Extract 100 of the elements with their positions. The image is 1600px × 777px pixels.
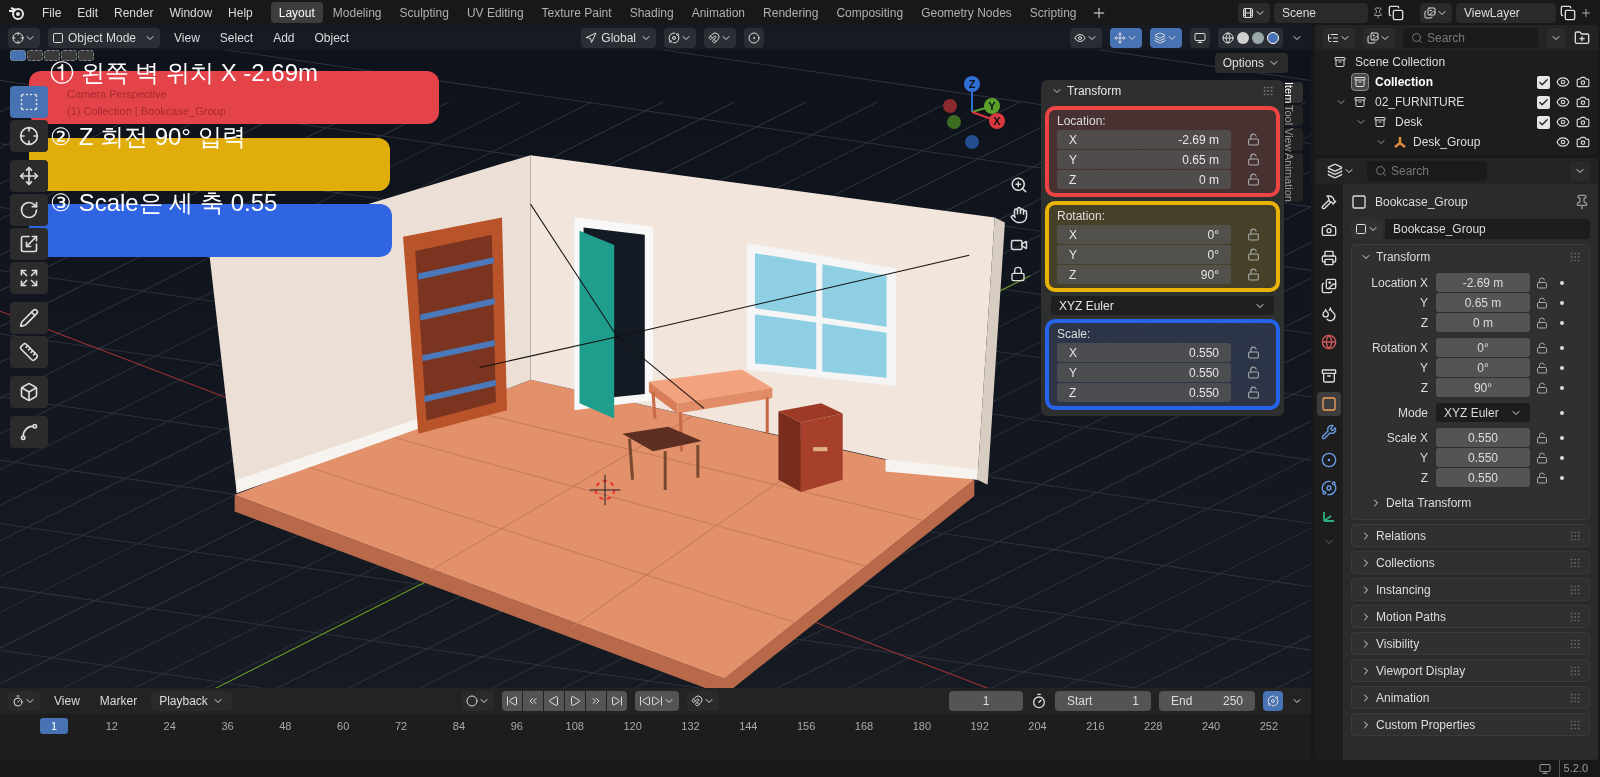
lock-icon[interactable] <box>1536 431 1548 444</box>
pin-icon[interactable] <box>1574 194 1590 210</box>
number-field[interactable]: 0.65 m <box>1436 293 1530 312</box>
number-field[interactable]: Z 90° <box>1057 265 1231 284</box>
current-frame-field[interactable]: 1 <box>949 691 1023 711</box>
number-field[interactable]: Z 0.550 <box>1057 383 1231 402</box>
camera-icon[interactable] <box>1576 135 1590 149</box>
workspace-tab[interactable]: Scripting <box>1021 2 1085 23</box>
number-field[interactable]: Y 0.65 m <box>1057 150 1231 169</box>
previous-keyframe-button[interactable] <box>522 691 543 711</box>
number-field[interactable]: X -2.69 m <box>1057 130 1231 149</box>
record-button[interactable] <box>461 691 494 711</box>
proportional-edit-button[interactable] <box>744 27 764 48</box>
menu-item[interactable]: Edit <box>71 2 105 23</box>
number-field[interactable]: 0° <box>1436 338 1530 357</box>
scene-selector-button[interactable] <box>1238 2 1270 23</box>
tree-item-label[interactable]: Desk <box>1395 113 1537 131</box>
new-collection-icon[interactable] <box>1574 29 1590 46</box>
sidebar-tab[interactable]: Tool <box>1285 105 1303 126</box>
lock-icon[interactable] <box>1536 276 1548 289</box>
material-shading-icon[interactable] <box>1252 31 1264 44</box>
tree-item-label[interactable]: Collection <box>1375 73 1537 91</box>
number-field[interactable]: -2.69 m <box>1436 273 1530 292</box>
eye-icon[interactable] <box>1556 75 1570 89</box>
camera-icon[interactable] <box>1576 75 1590 89</box>
workspace-tab[interactable]: Rendering <box>755 2 827 23</box>
lock-icon[interactable] <box>1536 316 1548 329</box>
exclude-checkbox[interactable] <box>1537 95 1550 109</box>
workspace-tab[interactable]: Texture Paint <box>533 2 620 23</box>
timeline-menu-item[interactable]: Marker <box>93 692 144 710</box>
eye-icon[interactable] <box>1556 115 1570 129</box>
hand-icon[interactable] <box>1010 206 1028 224</box>
workspace-tab[interactable]: Shading <box>621 2 682 23</box>
measure-tool[interactable] <box>10 336 48 368</box>
pin-icon[interactable] <box>1372 6 1384 19</box>
number-field[interactable]: X 0.550 <box>1057 343 1231 362</box>
drag-handle-icon[interactable] <box>1569 251 1581 263</box>
collapsed-panel[interactable]: Animation <box>1351 686 1590 709</box>
start-frame-field[interactable]: Start 1 <box>1055 691 1151 711</box>
drag-handle-icon[interactable] <box>1569 691 1581 704</box>
copy-icon[interactable] <box>1560 4 1576 21</box>
select-mode-icon[interactable] <box>27 50 43 61</box>
next-keyframe-button[interactable] <box>585 691 606 711</box>
lock-icon[interactable] <box>1536 451 1548 464</box>
eye-icon[interactable] <box>1556 135 1570 149</box>
jump-start-button[interactable] <box>501 691 522 711</box>
jump-end-button[interactable] <box>606 691 627 711</box>
timer-icon[interactable] <box>1031 693 1047 709</box>
tree-item-label[interactable]: Desk_Group <box>1413 133 1556 151</box>
sidebar-tab[interactable]: Item <box>1285 82 1303 104</box>
drag-handle-icon[interactable] <box>1569 556 1581 569</box>
move-tool[interactable] <box>10 160 48 192</box>
viewport-menu-item[interactable]: Object <box>308 28 356 47</box>
drag-handle-icon[interactable] <box>1262 85 1274 97</box>
lock-icon[interactable] <box>1536 361 1548 374</box>
exclude-checkbox[interactable] <box>1537 75 1550 89</box>
sidebar-tab[interactable]: View <box>1285 127 1303 152</box>
lock-icon[interactable] <box>1536 381 1548 394</box>
drag-handle-icon[interactable] <box>1569 664 1581 677</box>
camera-icon[interactable] <box>1576 95 1590 109</box>
search-field[interactable]: Search <box>1367 161 1487 181</box>
collapsed-panel[interactable]: Custom Properties <box>1351 713 1590 736</box>
workspace-tab[interactable]: Animation <box>683 2 754 23</box>
number-field[interactable]: 0° <box>1436 358 1530 377</box>
scale-tool[interactable] <box>10 228 48 260</box>
datablock-type-button[interactable] <box>1351 219 1383 239</box>
drag-handle-icon[interactable] <box>1569 610 1581 623</box>
sidebar-tab[interactable]: Animation <box>1285 153 1303 203</box>
drag-handle-icon[interactable] <box>1569 529 1581 542</box>
view-layer-field[interactable]: ViewLayer <box>1456 2 1556 23</box>
workspace-tab[interactable]: Layout <box>270 2 323 23</box>
play-button[interactable] <box>564 691 585 711</box>
number-field[interactable]: 0.550 <box>1436 428 1530 447</box>
number-field[interactable]: Y 0.550 <box>1057 363 1231 382</box>
add-cube-tool[interactable] <box>10 376 48 408</box>
mode-dropdown[interactable]: Object Mode <box>48 27 160 48</box>
collapsed-panel[interactable]: Instancing <box>1351 578 1590 601</box>
keyframe-navigation-button[interactable] <box>634 691 679 711</box>
filter-button[interactable] <box>1363 27 1395 48</box>
auto-key-button[interactable] <box>686 691 719 711</box>
datablock-name-field[interactable]: Bookcase_Group <box>1385 219 1590 239</box>
workspace-tab[interactable]: Geometry Nodes <box>913 2 1020 23</box>
tree-item-label[interactable]: Scene Collection <box>1355 53 1590 71</box>
cursor-tool[interactable] <box>10 120 48 152</box>
lock-icon[interactable] <box>1536 341 1548 354</box>
menu-item[interactable]: File <box>36 2 68 23</box>
rendered-shading-icon[interactable] <box>1267 31 1279 44</box>
axis-gizmo[interactable]: Z Y X <box>942 70 1008 152</box>
camera-icon[interactable] <box>1576 115 1590 129</box>
select-mode-icon[interactable] <box>44 50 60 61</box>
exclude-checkbox[interactable] <box>1537 115 1550 129</box>
xray-button[interactable] <box>1190 27 1210 48</box>
workspace-tab[interactable]: Sculpting <box>391 2 457 23</box>
lock-icon[interactable] <box>1536 471 1548 484</box>
search-field[interactable]: Search <box>1403 27 1538 48</box>
lock-icon[interactable] <box>1010 266 1026 282</box>
drag-handle-icon[interactable] <box>1569 637 1581 650</box>
collapsed-panel[interactable]: Motion Paths <box>1351 605 1590 628</box>
playback-dropdown[interactable]: Playback <box>151 691 232 711</box>
number-field[interactable]: 0 m <box>1436 313 1530 332</box>
